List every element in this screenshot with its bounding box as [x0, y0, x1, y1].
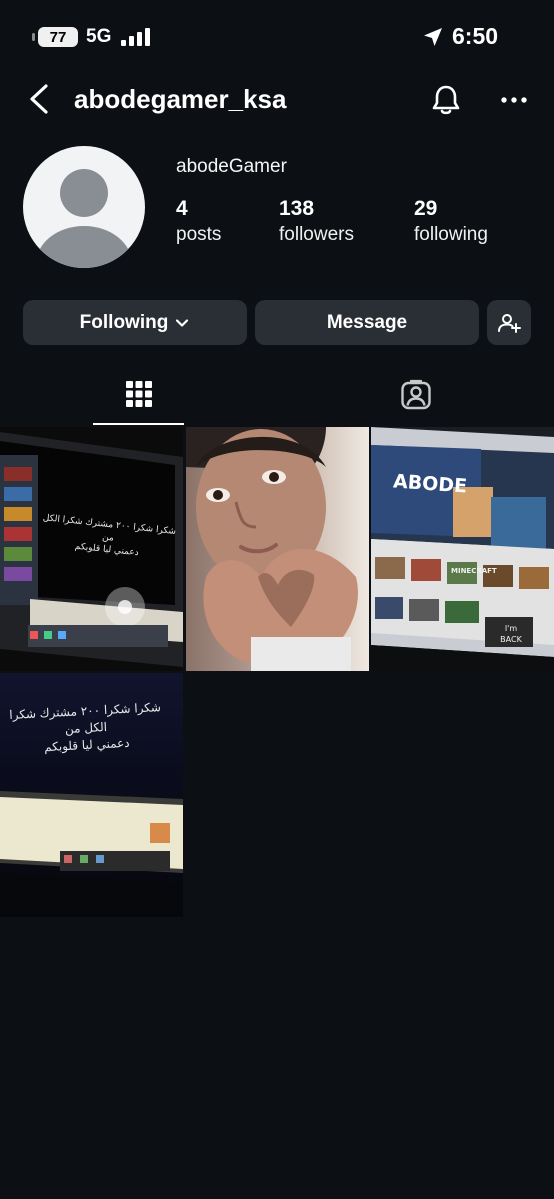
stat-label: posts — [176, 224, 222, 245]
add-user-icon — [498, 313, 521, 333]
stat-value: 4 — [176, 197, 188, 220]
following-button[interactable]: Following — [23, 300, 247, 345]
chevron-down-icon — [176, 318, 189, 327]
post-tile-text: I'm — [504, 624, 518, 633]
tab-tagged[interactable] — [370, 364, 461, 424]
stat-value: 138 — [279, 197, 315, 220]
post-thumbnail[interactable]: ABODE MINECRAFT I'm BACK — [371, 427, 554, 671]
network-type: 5G — [86, 26, 112, 47]
profile-header: abodegamer_ksa — [0, 74, 554, 126]
tagged-person-icon — [400, 379, 431, 410]
signal-icon — [121, 28, 151, 46]
post-thumbnail[interactable]: شكرا شكرا ٢٠٠ مشترك شكرا الكل من دعمني ل… — [0, 673, 183, 917]
location-arrow-icon — [424, 28, 442, 46]
message-button-label: Message — [326, 311, 408, 333]
post-tile-text: MINECRAFT — [451, 567, 497, 575]
stat-following[interactable]: 29 following — [414, 197, 488, 246]
stat-posts: 4 posts — [176, 197, 221, 246]
tab-posts-grid[interactable] — [93, 364, 184, 424]
grid-icon — [125, 381, 152, 407]
post-tile-text: BACK — [500, 635, 522, 645]
profile-avatar[interactable] — [23, 146, 145, 268]
more-options-icon[interactable] — [498, 84, 530, 116]
profile-display-name: abodeGamer — [176, 156, 287, 177]
stat-label: followers — [279, 224, 354, 245]
post-thumbnail[interactable]: شكرا شكرا ٢٠٠ مشترك شكرا الكل من دعمني ل… — [0, 427, 183, 671]
suggested-users-button[interactable] — [487, 300, 531, 345]
message-button[interactable]: Message — [255, 300, 479, 345]
battery-icon: 77 — [32, 27, 78, 47]
post-image — [186, 427, 369, 671]
status-time: 6:50 — [452, 23, 499, 49]
stat-label: following — [414, 224, 488, 245]
post-banner-text: ABODE — [392, 470, 468, 498]
stat-value: 29 — [414, 197, 438, 220]
back-arrow-icon[interactable] — [24, 82, 56, 116]
following-button-label: Following — [79, 311, 169, 333]
active-tab-indicator — [93, 423, 184, 425]
status-bar: 77 5G 6:50 — [0, 0, 554, 74]
profile-username: abodegamer_ksa — [74, 84, 287, 114]
notification-bell-icon[interactable] — [428, 82, 464, 118]
post-thumbnail[interactable] — [186, 427, 369, 671]
stat-followers[interactable]: 138 followers — [279, 197, 354, 246]
default-avatar-icon — [36, 169, 132, 268]
